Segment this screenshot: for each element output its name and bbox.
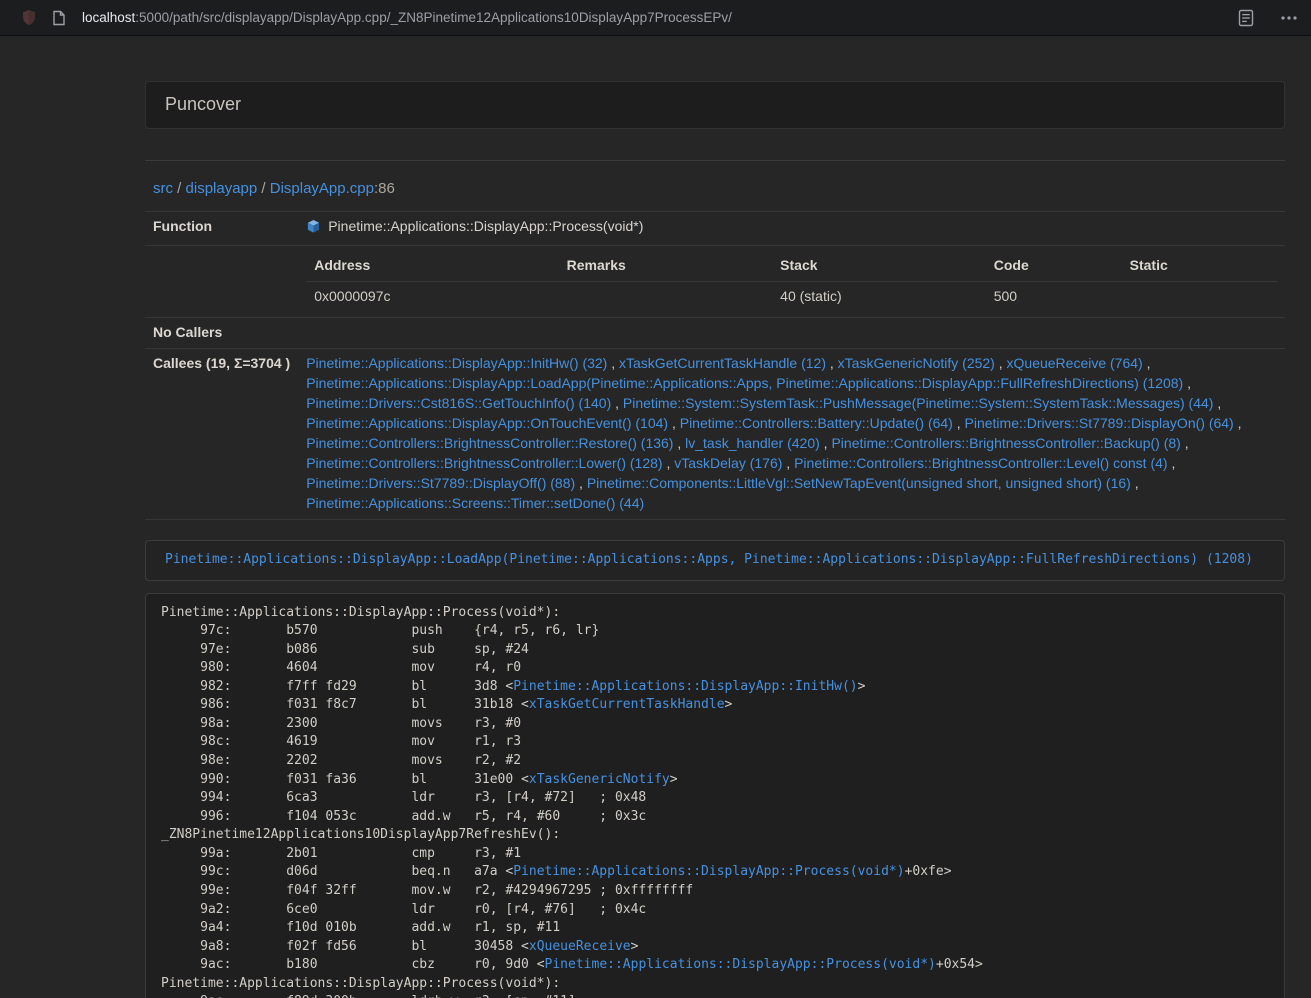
callee-link[interactable]: lv_task_handler (420) xyxy=(685,435,820,451)
callee-link[interactable]: Pinetime::System::SystemTask::PushMessag… xyxy=(623,395,1214,411)
cell-static xyxy=(1122,282,1277,312)
col-remarks: Remarks xyxy=(559,251,773,281)
code-symbol-link[interactable]: Pinetime::Applications::DisplayApp::Proc… xyxy=(545,957,936,972)
function-cell: Pinetime::Applications::DisplayApp::Proc… xyxy=(298,212,1285,246)
shield-icon[interactable] xyxy=(20,8,38,27)
url-host: localhost xyxy=(82,10,135,25)
callee-link[interactable]: Pinetime::Controllers::Battery::Update()… xyxy=(680,415,953,431)
breadcrumb-link[interactable]: DisplayApp.cpp xyxy=(270,180,374,197)
col-stack: Stack xyxy=(772,251,986,281)
highlighted-symbol-link[interactable]: Pinetime::Applications::DisplayApp::Load… xyxy=(165,552,1253,567)
callee-link[interactable]: xQueueReceive (764) xyxy=(1007,355,1143,371)
code-symbol-link[interactable]: xQueueReceive xyxy=(529,939,631,954)
callee-link[interactable]: Pinetime::Drivers::Cst816S::GetTouchInfo… xyxy=(306,395,611,411)
breadcrumb: src / displayapp / DisplayApp.cpp:86 xyxy=(145,178,1285,199)
callee-link[interactable]: Pinetime::Controllers::BrightnessControl… xyxy=(794,455,1167,471)
details-table: Address Remarks Stack Code Static 0x0000… xyxy=(306,251,1277,312)
callers-cell xyxy=(298,318,1285,349)
page-content: Puncover src / displayapp / DisplayApp.c… xyxy=(0,36,1311,998)
main-container: Puncover src / displayapp / DisplayApp.c… xyxy=(145,81,1285,998)
browser-toolbar: localhost:5000/path/src/displayapp/Displ… xyxy=(0,0,1311,36)
overflow-menu-icon[interactable] xyxy=(1281,16,1297,20)
callee-link[interactable]: Pinetime::Controllers::BrightnessControl… xyxy=(306,455,662,471)
details-header-row: Address Remarks Stack Code Static xyxy=(306,251,1277,281)
function-name: Pinetime::Applications::DisplayApp::Proc… xyxy=(328,218,643,234)
callee-link[interactable]: Pinetime::Applications::DisplayApp::Load… xyxy=(306,375,1183,391)
table-row-callers: No Callers xyxy=(145,318,1285,349)
cell-stack: 40 (static) xyxy=(772,282,986,312)
no-callers-label: No Callers xyxy=(145,318,298,349)
col-address: Address xyxy=(306,251,558,281)
brand-title[interactable]: Puncover xyxy=(165,92,241,118)
callees-list: Pinetime::Applications::DisplayApp::Init… xyxy=(298,349,1285,520)
callee-link[interactable]: Pinetime::Drivers::St7789::DisplayOn() (… xyxy=(965,415,1234,431)
symbol-cube-icon xyxy=(306,219,321,240)
col-code: Code xyxy=(986,251,1122,281)
address-bar[interactable]: localhost:5000/path/src/displayapp/Displ… xyxy=(82,8,1211,27)
code-symbol-link[interactable]: Pinetime::Applications::DisplayApp::Init… xyxy=(513,679,857,694)
callee-link[interactable]: vTaskDelay (176) xyxy=(674,455,782,471)
callee-link[interactable]: xTaskGenericNotify (252) xyxy=(838,355,995,371)
symbol-table: Function Pinetime::Applications::Display… xyxy=(145,211,1285,520)
col-static: Static xyxy=(1122,251,1277,281)
navbar: Puncover xyxy=(145,81,1285,129)
breadcrumb-separator: / xyxy=(257,180,270,197)
details-label-spacer xyxy=(145,246,298,318)
callees-label: Callees (19, Σ=3704 ) xyxy=(145,349,298,520)
code-symbol-link[interactable]: Pinetime::Applications::DisplayApp::Proc… xyxy=(513,864,904,879)
cell-remarks xyxy=(559,282,773,312)
table-row-callees: Callees (19, Σ=3704 ) Pinetime::Applicat… xyxy=(145,349,1285,520)
table-row-details: Address Remarks Stack Code Static 0x0000… xyxy=(145,246,1285,318)
callee-link[interactable]: Pinetime::Applications::DisplayApp::Init… xyxy=(306,355,607,371)
breadcrumb-link[interactable]: src xyxy=(153,180,173,197)
url-path: :5000/path/src/displayapp/DisplayApp.cpp… xyxy=(135,10,732,25)
callee-link[interactable]: Pinetime::Components::LittleVgl::SetNewT… xyxy=(587,475,1131,491)
details-data-row: 0x0000097c 40 (static) 500 xyxy=(306,282,1277,312)
code-symbol-link[interactable]: xTaskGenericNotify xyxy=(529,772,670,787)
line-number-suffix: :86 xyxy=(374,180,395,197)
callee-link[interactable]: Pinetime::Applications::Screens::Timer::… xyxy=(306,495,644,511)
table-row-function: Function Pinetime::Applications::Display… xyxy=(145,212,1285,246)
highlighted-symbol: Pinetime::Applications::DisplayApp::Load… xyxy=(145,540,1285,581)
breadcrumb-link[interactable]: displayapp xyxy=(186,180,258,197)
callee-link[interactable]: Pinetime::Drivers::St7789::DisplayOff() … xyxy=(306,475,575,491)
function-label: Function xyxy=(145,212,298,246)
callee-link[interactable]: Pinetime::Applications::DisplayApp::OnTo… xyxy=(306,415,668,431)
cell-code: 500 xyxy=(986,282,1122,312)
details-cell: Address Remarks Stack Code Static 0x0000… xyxy=(298,246,1285,318)
page-info-icon[interactable] xyxy=(52,10,66,26)
callee-link[interactable]: Pinetime::Controllers::BrightnessControl… xyxy=(306,435,673,451)
reader-mode-icon[interactable] xyxy=(1237,9,1255,27)
breadcrumb-separator: / xyxy=(173,180,186,197)
disassembly: Pinetime::Applications::DisplayApp::Proc… xyxy=(145,593,1285,998)
callee-link[interactable]: xTaskGetCurrentTaskHandle (12) xyxy=(619,355,826,371)
cell-address: 0x0000097c xyxy=(306,282,558,312)
code-symbol-link[interactable]: xTaskGetCurrentTaskHandle xyxy=(529,697,725,712)
callee-link[interactable]: Pinetime::Controllers::BrightnessControl… xyxy=(831,435,1180,451)
divider xyxy=(145,160,1285,161)
